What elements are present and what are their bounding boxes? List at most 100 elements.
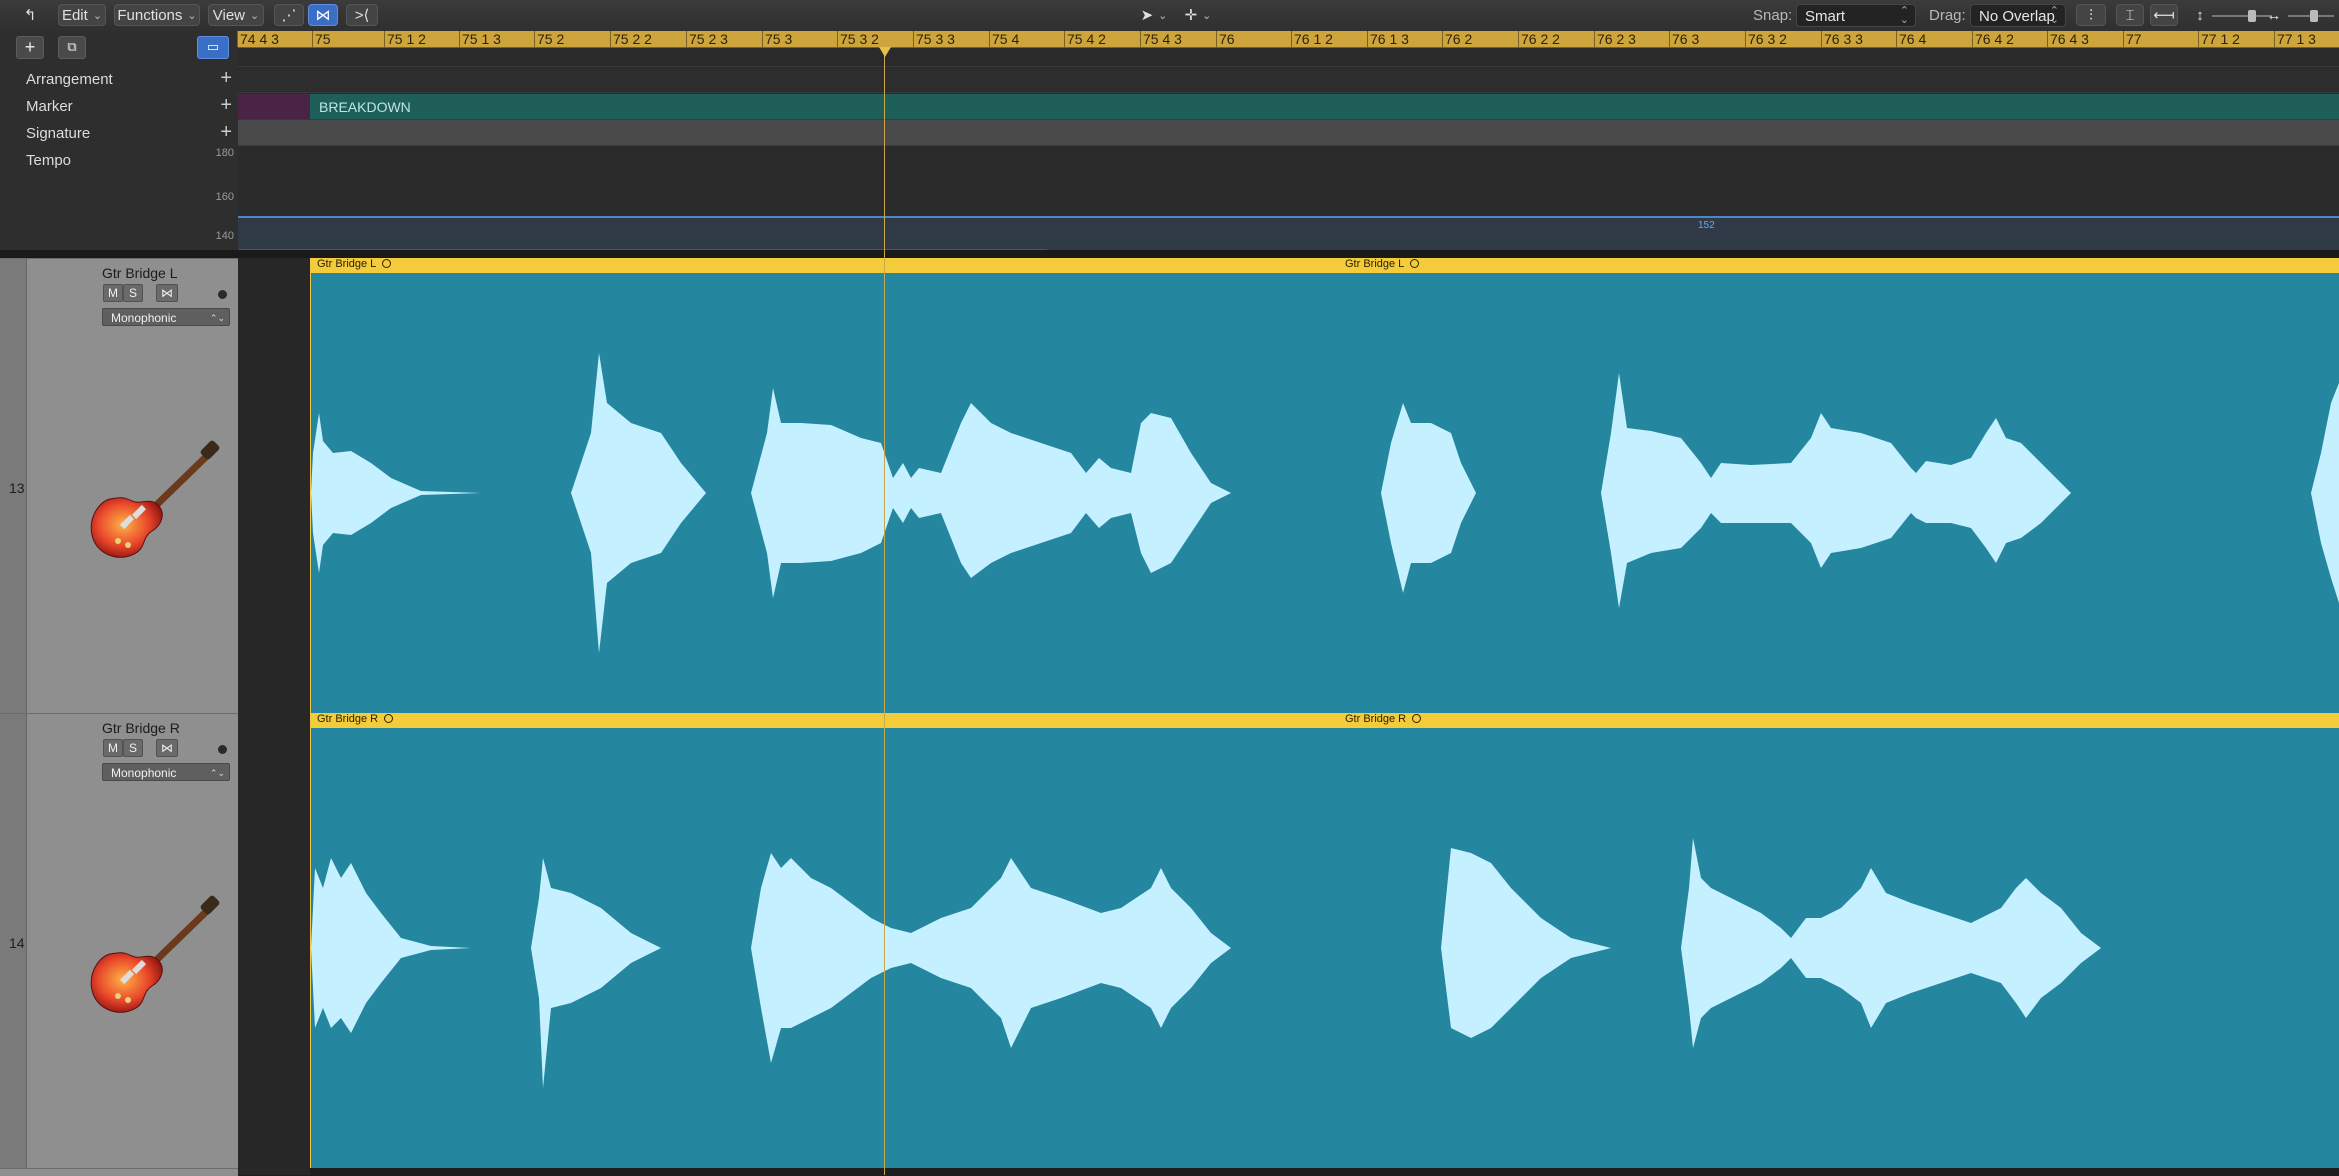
global-track-marker[interactable]: Marker + (0, 93, 238, 119)
track-name[interactable]: Gtr Bridge L (102, 265, 177, 281)
bar-ruler[interactable]: 74 4 3 75 75 1 2 75 1 3 75 2 75 2 2 75 2… (237, 31, 2339, 48)
mute-button[interactable]: M (103, 284, 123, 302)
marker-label: Marker (26, 98, 73, 115)
functions-menu[interactable]: Functions ⌄ (114, 4, 200, 26)
ruler-tick: 75 1 3 (459, 31, 501, 47)
input-monitor-icon[interactable]: ⋈ (156, 739, 178, 757)
ruler-tick: 75 4 2 (1064, 31, 1106, 47)
track-number-label: 14 (9, 935, 25, 951)
slider-knob[interactable] (2248, 10, 2256, 22)
ruler-tick: 76 1 3 (1367, 31, 1409, 47)
edit-menu[interactable]: Edit ⌄ (58, 4, 106, 26)
arrangement-lane[interactable] (238, 66, 2339, 93)
signature-lane[interactable] (238, 119, 2339, 146)
waveform-zoom-icon[interactable]: ⫶ (2076, 4, 2106, 26)
ruler-tick: 75 2 (533, 31, 565, 47)
region-header[interactable]: Gtr Bridge L Gtr Bridge L (311, 258, 2339, 273)
mute-button[interactable]: M (103, 739, 123, 757)
track-header-14[interactable]: 14 Gtr Bridge R M S ⋈ Monophonic ⌃⌄ (0, 713, 238, 1169)
snap-select[interactable]: Smart ⌃ ⌄ (1796, 4, 1916, 27)
record-enable-dot[interactable] (218, 745, 227, 754)
plus-icon[interactable]: + (220, 67, 232, 90)
divider (0, 250, 2339, 258)
electric-guitar-icon (90, 895, 220, 1013)
automation-curve-icon[interactable]: ⋰ (274, 4, 304, 26)
catch-playhead-icon[interactable]: >⟨ (346, 4, 378, 26)
track-lane-gap (238, 713, 310, 1168)
horizontal-zoom-slider[interactable] (2288, 10, 2334, 22)
pointer-tool-icon[interactable]: ➤ ⌄ (1136, 4, 1172, 26)
region-name: Gtr Bridge L (317, 258, 392, 270)
tempo-lane[interactable]: 152 (238, 145, 2339, 251)
flex-mode-select[interactable]: Monophonic ⌃⌄ (102, 763, 230, 781)
ruler-tick: 76 3 3 (1821, 31, 1863, 47)
track-lane-gap (238, 258, 310, 713)
drag-label: Drag: (1929, 7, 1966, 24)
solo-button[interactable]: S (123, 739, 143, 757)
updown-icon: ⌃⌄ (209, 313, 225, 323)
global-track-tempo[interactable]: Tempo (0, 147, 238, 173)
region-header[interactable]: Gtr Bridge R Gtr Bridge R (311, 713, 2339, 728)
marker-breakdown[interactable]: BREAKDOWN (310, 94, 2339, 120)
ruler-tick: 75 3 2 (837, 31, 879, 47)
playhead[interactable] (884, 47, 885, 1175)
ruler-tick: 74 4 3 (237, 31, 279, 47)
global-tracks-toggle[interactable]: ▭ (197, 36, 229, 59)
loop-icon (382, 259, 392, 268)
marquee-tool-icon[interactable]: ✛ ⌄ (1180, 4, 1216, 26)
track-name[interactable]: Gtr Bridge R (102, 720, 180, 736)
view-menu[interactable]: View ⌄ (208, 4, 264, 26)
audio-region-gtr-bridge-r[interactable]: Gtr Bridge R Gtr Bridge R (310, 713, 2339, 1168)
region-name-text: Gtr Bridge R (317, 713, 379, 725)
back-arrow-icon[interactable]: ↰ (18, 4, 42, 26)
region-name-repeat: Gtr Bridge R (1345, 713, 1422, 725)
marker-lane[interactable]: BREAKDOWN (238, 92, 2339, 120)
vertical-fit-icon[interactable]: ⌶ (2116, 4, 2144, 26)
ruler-tick: 76 3 (1668, 31, 1700, 47)
tempo-value: 152 (1698, 220, 1715, 231)
cycle-lane[interactable] (238, 48, 2339, 66)
track-header-13[interactable]: 13 Gtr Bridge L M S ⋈ Monophonic ⌃⌄ (0, 258, 238, 714)
ruler-tick: 75 2 2 (610, 31, 652, 47)
snap-value: Smart (1805, 8, 1846, 25)
record-enable-dot[interactable] (218, 290, 227, 299)
tempo-label: Tempo (26, 152, 72, 169)
solo-button[interactable]: S (123, 284, 143, 302)
snap-label: Snap: (1753, 7, 1793, 24)
audio-region-gtr-bridge-l[interactable]: Gtr Bridge L Gtr Bridge L (310, 258, 2339, 713)
playhead-handle[interactable] (879, 47, 891, 57)
global-track-arrangement[interactable]: Arrangement + (0, 66, 238, 92)
plus-icon[interactable]: + (220, 121, 232, 144)
ruler-tick: 77 (2123, 31, 2142, 47)
global-track-signature[interactable]: Signature + (0, 120, 238, 146)
horizontal-zoom-icon: ↔ (2266, 6, 2282, 24)
region-name-text: Gtr Bridge L (317, 258, 377, 270)
track-number: 13 (0, 259, 27, 714)
flex-mode-value: Monophonic (111, 311, 177, 325)
flex-mode-select[interactable]: Monophonic ⌃⌄ (102, 308, 230, 326)
marker-block[interactable] (238, 94, 310, 120)
slider-knob[interactable] (2310, 10, 2318, 22)
add-track-button[interactable]: + (16, 36, 44, 59)
tempo-fill (238, 218, 2339, 251)
view-menu-label: View (212, 6, 246, 24)
input-monitor-icon[interactable]: ⋈ (156, 284, 178, 302)
functions-menu-label: Functions (117, 6, 183, 24)
ruler-tick: 76 2 (1441, 31, 1473, 47)
flex-mode-value: Monophonic (111, 766, 177, 780)
region-name-repeat: Gtr Bridge L (1345, 258, 1420, 270)
vertical-zoom-slider[interactable] (2212, 10, 2272, 22)
horizontal-fit-icon[interactable]: ⟻ (2150, 4, 2178, 26)
track-number-label: 13 (9, 480, 25, 496)
chevron-down-icon: ⌄ (250, 9, 260, 22)
ruler-tick: 75 3 (761, 31, 793, 47)
tempo-tick-160: 160 (215, 191, 234, 203)
region-name: Gtr Bridge R (317, 713, 394, 725)
flex-mode-icon[interactable]: ⋈ (308, 4, 338, 26)
ruler-tick: 77 1 3 (2274, 31, 2316, 47)
duplicate-track-button[interactable]: ⧉ (58, 36, 86, 59)
plus-icon[interactable]: + (220, 94, 232, 117)
ruler-tick: 75 2 3 (686, 31, 728, 47)
drag-select[interactable]: No Overlap ⌃ ⌄ (1970, 4, 2066, 27)
updown-icon: ⌃⌄ (2049, 5, 2059, 26)
